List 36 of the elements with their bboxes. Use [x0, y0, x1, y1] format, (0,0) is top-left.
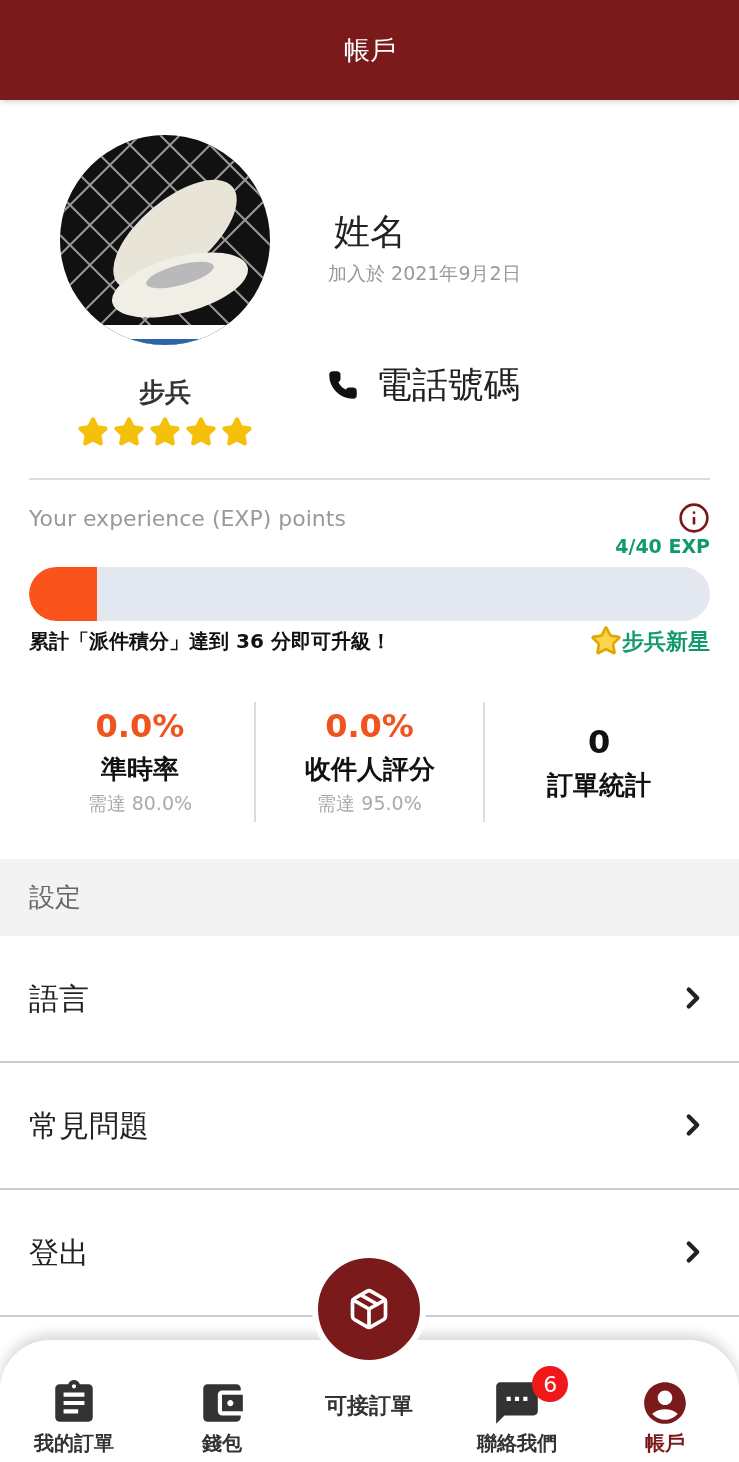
- stat-label: 收件人評分: [304, 752, 435, 786]
- nav-tab[interactable]: 可接訂單: [295, 1389, 444, 1422]
- nav-label: 帳戶: [645, 1430, 686, 1457]
- phone-number: 電話號碼: [376, 362, 520, 407]
- settings-label: 登出: [29, 1233, 89, 1272]
- phone-icon: [328, 369, 358, 400]
- settings-row[interactable]: 常見問題: [0, 1062, 739, 1190]
- join-date: 加入於 2021年9月2日: [328, 261, 521, 286]
- stat-value: 0.0%: [325, 705, 414, 747]
- nav-label: 我的訂單: [33, 1430, 114, 1457]
- user-name: 姓名: [334, 210, 407, 254]
- stat-value: 0: [588, 722, 611, 764]
- nav-tab[interactable]: 帳戶: [591, 1340, 739, 1458]
- next-rank: 步兵新星: [622, 627, 710, 656]
- nav-label: 聯絡我們: [477, 1430, 558, 1457]
- nav-label: 可接訂單: [325, 1392, 414, 1420]
- nav-tab[interactable]: 我的訂單: [0, 1340, 148, 1458]
- settings-row[interactable]: 語言: [0, 935, 739, 1063]
- stat-target: 需達 80.0%: [87, 790, 193, 816]
- stat-value: 0.0%: [95, 705, 185, 747]
- info-icon[interactable]: [678, 502, 710, 534]
- rank-label: 步兵: [139, 376, 191, 409]
- nav-label: 錢包: [201, 1430, 242, 1457]
- page-title: 帳戶: [343, 33, 396, 67]
- section-title: 設定: [29, 880, 81, 914]
- nav-tab[interactable]: 錢包: [147, 1340, 296, 1458]
- notification-badge: 6: [532, 1366, 569, 1402]
- exp-label: Your experience (EXP) points: [29, 505, 346, 533]
- settings-label: 常見問題: [29, 1106, 149, 1145]
- nav-tab[interactable]: 6 聯絡我們: [443, 1340, 592, 1458]
- exp-reading: 4/40 EXP: [615, 535, 710, 559]
- settings-label: 語言: [29, 979, 89, 1018]
- upgrade-hint: 累計「派件積分」達到 36 分即可升級！: [29, 628, 391, 656]
- stat-label: 訂單統計: [547, 769, 652, 803]
- stat-label: 準時率: [100, 752, 179, 786]
- stat-target: 需達 95.0%: [317, 790, 422, 816]
